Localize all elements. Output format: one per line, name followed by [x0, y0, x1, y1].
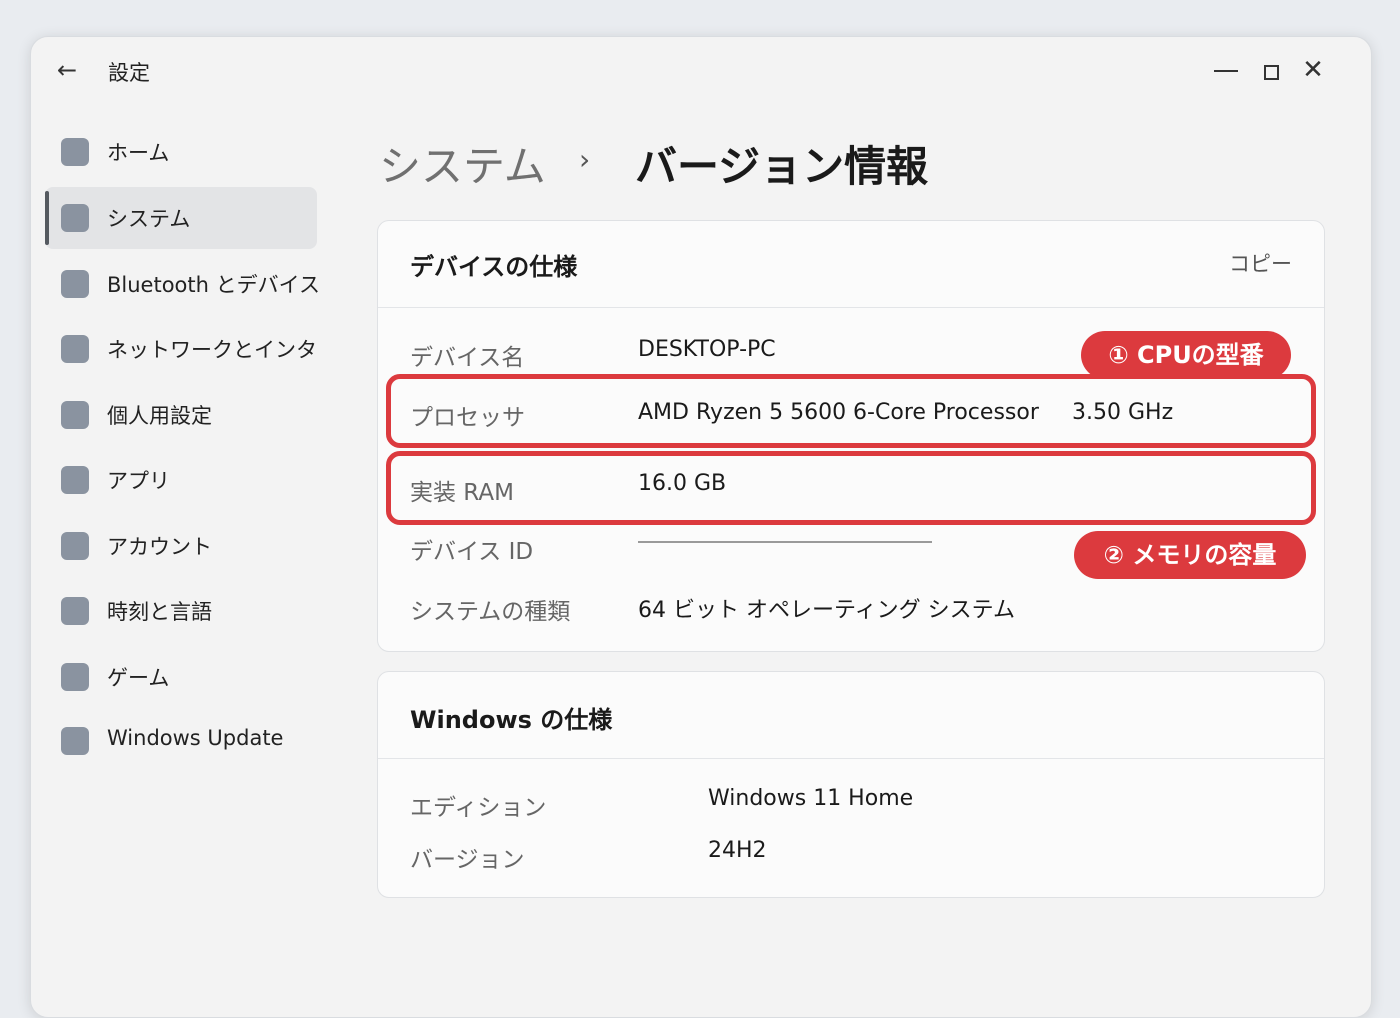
sidebar-item-label: ホーム — [107, 141, 170, 165]
minimize-icon — [1214, 70, 1238, 72]
edition-value: Windows 11 Home — [708, 786, 914, 811]
windows-spec-title: Windows の仕様 — [410, 706, 613, 734]
sidebar-item-gaming[interactable]: ゲーム — [45, 646, 317, 708]
sidebar-item-label: システム — [107, 207, 191, 231]
device-name-label: デバイス名 — [410, 345, 525, 371]
windows-spec-card: Windows の仕様 エディション Windows 11 Home バージョン… — [377, 671, 1325, 898]
ram-highlight-box — [386, 451, 1316, 525]
edition-label: エディション — [410, 795, 547, 821]
system-icon — [61, 204, 89, 232]
sidebar-item-label: アプリ — [107, 469, 170, 493]
bluetooth-icon — [61, 270, 89, 298]
minimize-button[interactable] — [1206, 53, 1246, 87]
sidebar-item-bluetooth[interactable]: Bluetooth とデバイス — [45, 253, 319, 315]
sidebar-item-network[interactable]: ネットワークとインターネット — [45, 318, 319, 380]
cpu-highlight-box — [386, 374, 1316, 448]
page-title: バージョン情報 — [635, 142, 929, 191]
sidebar-item-label: 時刻と言語 — [107, 600, 212, 624]
ram-callout: ② メモリの容量 — [1074, 531, 1306, 579]
close-icon: ✕ — [1302, 55, 1324, 85]
device-id-label: デバイス ID — [410, 539, 534, 565]
sidebar-item-apps[interactable]: アプリ — [45, 449, 317, 511]
arrow-left-icon: ← — [56, 56, 78, 84]
windows-update-icon — [61, 727, 89, 755]
system-type-label: システムの種類 — [410, 599, 571, 625]
device-spec-title: デバイスの仕様 — [410, 253, 578, 281]
sidebar-item-label: ネットワークとインターネット — [107, 338, 319, 362]
system-type-value: 64 ビット オペレーティング システム — [638, 598, 1015, 623]
breadcrumb-separator-icon: › — [579, 143, 591, 176]
back-button[interactable]: ← — [53, 55, 81, 85]
sidebar-item-label: ゲーム — [107, 666, 170, 690]
sidebar-item-windows-update[interactable]: Windows Update — [45, 710, 317, 772]
version-label: バージョン — [410, 847, 525, 873]
sidebar-item-label: 個人用設定 — [107, 404, 212, 428]
sidebar-item-label: Bluetooth とデバイス — [107, 273, 319, 297]
accounts-icon — [61, 532, 89, 560]
close-button[interactable]: ✕ — [1293, 53, 1333, 87]
breadcrumb-parent[interactable]: システム — [379, 133, 546, 194]
sidebar-item-label: Windows Update — [107, 726, 284, 750]
copy-button[interactable]: コピー — [1229, 248, 1292, 278]
device-name-value: DESKTOP-PC — [638, 337, 776, 362]
sidebar-item-personalization[interactable]: 個人用設定 — [45, 384, 317, 446]
cpu-callout: ① CPUの型番 — [1081, 331, 1291, 379]
personalization-icon — [61, 401, 89, 429]
active-indicator — [45, 191, 49, 245]
device-id-redacted — [638, 541, 932, 543]
gaming-icon — [61, 663, 89, 691]
maximize-button[interactable] — [1250, 53, 1290, 87]
settings-window: ← 設定 ✕ ホーム システム Bluetooth とデバイス ネットワークとイ… — [30, 36, 1372, 1018]
maximize-icon — [1264, 65, 1279, 80]
sidebar-item-accounts[interactable]: アカウント — [45, 515, 317, 577]
version-value: 24H2 — [708, 838, 767, 863]
sidebar-item-time-language[interactable]: 時刻と言語 — [45, 580, 317, 642]
app-title: 設定 — [108, 61, 150, 85]
windows-spec-header[interactable]: Windows の仕様 — [378, 672, 1324, 759]
sidebar-item-home[interactable]: ホーム — [45, 121, 317, 183]
network-icon — [61, 335, 89, 363]
time-language-icon — [61, 597, 89, 625]
sidebar-item-label: アカウント — [107, 535, 212, 559]
device-spec-header[interactable]: デバイスの仕様 コピー — [378, 221, 1324, 308]
sidebar-item-system[interactable]: システム — [45, 187, 317, 249]
home-icon — [61, 138, 89, 166]
apps-icon — [61, 466, 89, 494]
